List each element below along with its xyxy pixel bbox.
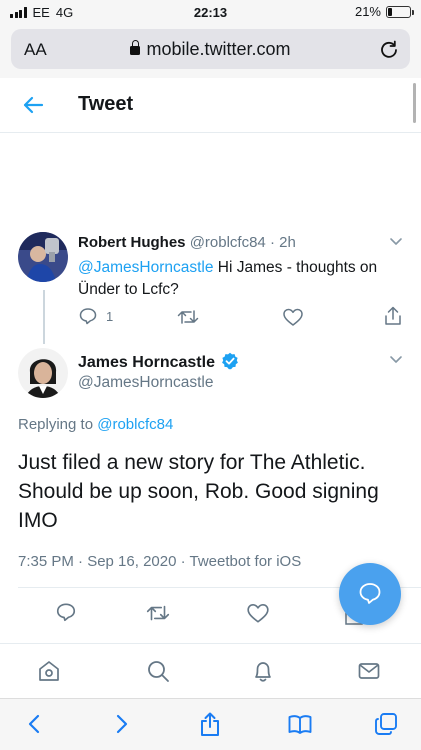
like-icon[interactable] [282, 307, 304, 327]
battery-icon [386, 5, 414, 18]
reply-icon[interactable] [55, 601, 77, 623]
avatar-image [18, 232, 68, 282]
back-icon[interactable] [22, 711, 48, 737]
retweet-icon[interactable] [176, 307, 200, 327]
browser-url-area: AA mobile.twitter.com [0, 24, 421, 78]
parent-author-name[interactable]: Robert Hughes [78, 234, 186, 251]
lock-icon [130, 40, 141, 55]
share-icon[interactable] [197, 711, 223, 737]
parent-tweet-text: @JamesHorncastle Hi James - thoughts on … [78, 257, 403, 301]
verified-badge-icon [222, 352, 239, 370]
main-author-handle: @JamesHorncastle [78, 374, 214, 391]
avatar-robert-hughes[interactable] [18, 232, 68, 282]
battery-fill [388, 7, 393, 16]
search-icon[interactable] [145, 658, 171, 684]
main-author-name[interactable]: James Horncastle [78, 354, 215, 371]
home-icon[interactable] [36, 658, 62, 684]
scrollbar[interactable] [413, 83, 416, 123]
notifications-icon[interactable] [250, 658, 276, 684]
bottom-nav [0, 643, 421, 698]
replying-prefix: Replying to [18, 416, 98, 433]
parent-author-line: Robert Hughes @roblcfc84 · 2h [78, 234, 296, 251]
url-text: mobile.twitter.com [146, 39, 291, 59]
chat-bubble-icon [359, 583, 381, 604]
back-arrow-icon[interactable] [22, 94, 44, 116]
retweet-icon[interactable] [145, 602, 171, 624]
share-icon[interactable] [383, 305, 403, 327]
battery-percent: 21% [354, 4, 381, 19]
forward-icon[interactable] [108, 711, 134, 737]
address-bar[interactable]: AA mobile.twitter.com [11, 29, 410, 69]
compose-button[interactable] [339, 563, 401, 625]
reload-icon[interactable] [379, 39, 399, 59]
bookmarks-icon[interactable] [287, 711, 313, 737]
avatar-james-horncastle[interactable] [18, 348, 68, 398]
chevron-down-icon[interactable] [389, 236, 403, 246]
mention-link[interactable]: @JamesHorncastle [78, 259, 213, 276]
thread-line [43, 290, 45, 344]
status-right: 21% [354, 4, 414, 19]
parent-time: 2h [279, 234, 296, 251]
like-icon[interactable] [246, 602, 270, 624]
avatar-image [18, 348, 68, 398]
messages-icon[interactable] [356, 658, 382, 684]
safari-toolbar [0, 698, 421, 750]
parent-author-handle: @roblcfc84 [189, 234, 266, 251]
replying-to-line: Replying to @roblcfc84 [18, 416, 173, 433]
main-author-line: James Horncastle [78, 352, 239, 372]
tweet-timestamp: 7:35 PM · Sep 16, 2020 · Tweetbot for iO… [18, 553, 302, 570]
tweet-header: Tweet [0, 78, 421, 133]
page-title: Tweet [78, 93, 134, 115]
tabs-icon[interactable] [373, 711, 399, 737]
replying-to-link[interactable]: @roblcfc84 [97, 416, 173, 433]
status-bar: EE 4G 22:13 21% [0, 0, 421, 24]
separator-dot: · [269, 234, 275, 251]
main-tweet-text: Just filed a new story for The Athletic.… [18, 451, 379, 532]
reply-button[interactable]: 1 [78, 306, 113, 326]
reply-icon [79, 308, 97, 325]
reply-count: 1 [106, 308, 114, 324]
url-display[interactable]: mobile.twitter.com [11, 39, 410, 60]
chevron-down-icon[interactable] [389, 354, 403, 364]
